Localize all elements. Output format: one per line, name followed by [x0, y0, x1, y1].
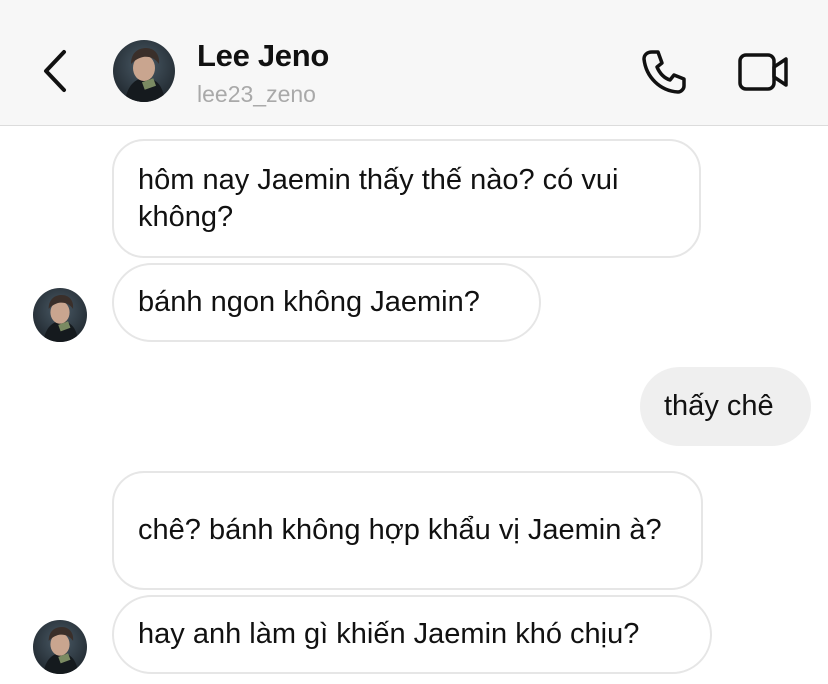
sender-avatar[interactable]: [33, 288, 87, 342]
contact-avatar[interactable]: [113, 40, 175, 102]
back-button[interactable]: [36, 46, 76, 96]
avatar-photo: [33, 620, 87, 674]
message-bubble[interactable]: hay anh làm gì khiến Jaemin khó chịu?: [112, 595, 712, 674]
video-call-button[interactable]: [736, 50, 792, 94]
avatar-photo: [33, 288, 87, 342]
chevron-left-icon: [44, 50, 66, 92]
contact-handle: lee23_zeno: [197, 81, 316, 107]
voice-call-button[interactable]: [638, 46, 690, 98]
video-camera-icon: [738, 53, 788, 91]
chat-header: Lee Jeno lee23_zeno: [0, 0, 828, 126]
message-text: hôm nay Jaemin thấy thế nào? có vui khôn…: [138, 163, 619, 233]
sender-avatar[interactable]: [33, 620, 87, 674]
message-text: hay anh làm gì khiến Jaemin khó chịu?: [138, 618, 640, 650]
message-bubble[interactable]: bánh ngon không Jaemin?: [112, 263, 541, 342]
message-bubble[interactable]: hôm nay Jaemin thấy thế nào? có vui khôn…: [112, 139, 701, 258]
phone-icon: [642, 50, 686, 94]
contact-name[interactable]: Lee Jeno: [197, 38, 329, 74]
message-text: chê? bánh không hợp khẩu vị Jaemin à?: [138, 514, 662, 546]
message-text: bánh ngon không Jaemin?: [138, 286, 480, 318]
avatar-photo: [113, 40, 175, 102]
message-bubble-outgoing[interactable]: thấy chê: [640, 367, 811, 446]
chat-screen: Lee Jeno lee23_zeno hôm nay Jaemin thấy …: [0, 0, 828, 684]
message-bubble[interactable]: chê? bánh không hợp khẩu vị Jaemin à?: [112, 471, 703, 590]
message-text: thấy chê: [664, 390, 774, 422]
